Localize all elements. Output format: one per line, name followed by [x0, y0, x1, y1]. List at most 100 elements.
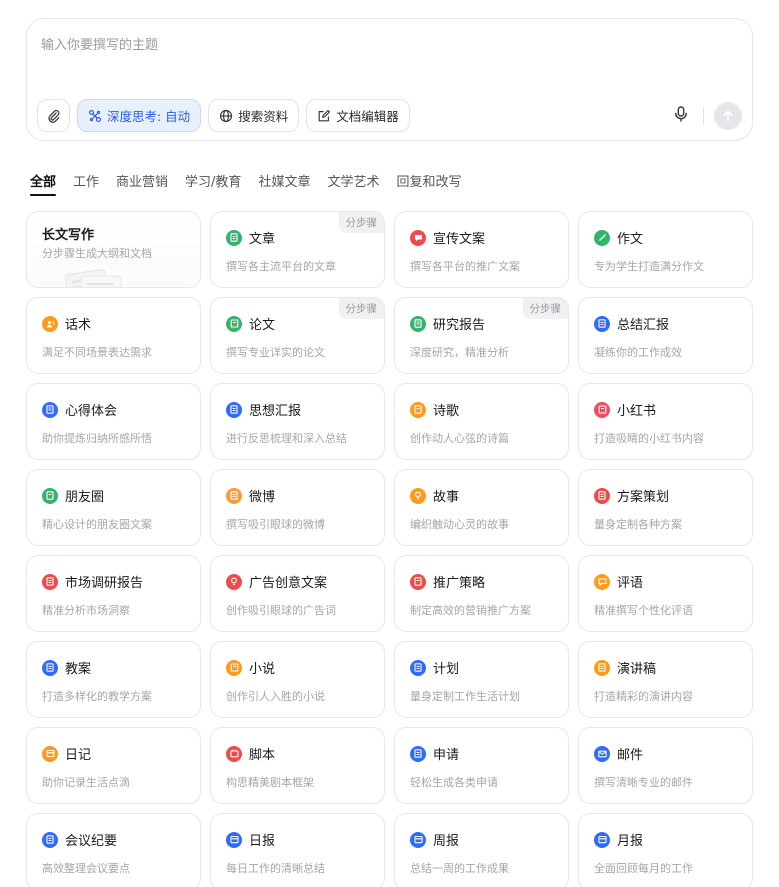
writing-card[interactable]: 计划 量身定制工作生活计划: [394, 641, 569, 718]
card-desc: 制定高效的营销推广方案: [410, 604, 531, 617]
card-desc: 打造精彩的演讲内容: [594, 690, 693, 703]
report-icon: [410, 315, 426, 332]
arrow-up-icon: [722, 107, 734, 126]
card-head: 小说: [226, 658, 275, 677]
doc-icon: [226, 229, 242, 246]
document-stack-illustration: [64, 269, 122, 287]
card-desc: 撰写专业详实的论文: [226, 346, 325, 359]
card-head: 故事: [410, 486, 459, 505]
writing-card[interactable]: 方案策划 量身定制各种方案: [578, 469, 753, 546]
writing-card[interactable]: 日记 助你记录生活点滴: [26, 727, 201, 804]
card-head: 话术: [42, 314, 91, 333]
card-head: 论文: [226, 314, 275, 333]
card-desc: 助你提炼归纳所感所悟: [42, 432, 152, 445]
tab-4[interactable]: 社媒文章: [258, 171, 310, 196]
attach-button[interactable]: [37, 99, 70, 132]
card-title: 长文写作: [42, 228, 95, 243]
writing-card[interactable]: 评语 精准撰写个性化评语: [578, 555, 753, 632]
card-head: 周报: [410, 830, 459, 849]
writing-card[interactable]: 申请 轻松生成各类申请: [394, 727, 569, 804]
card-desc: 全面回顾每月的工作: [594, 862, 693, 875]
card-head: 心得体会: [42, 400, 117, 419]
tab-5[interactable]: 文学艺术: [327, 171, 379, 196]
book-icon: [226, 659, 242, 676]
writing-card[interactable]: 心得体会助你提炼归纳所感所悟: [26, 383, 201, 460]
doc-icon: [226, 401, 242, 418]
writing-card[interactable]: 教案 打造多样化的教学方案: [26, 641, 201, 718]
card-title: 话术: [65, 318, 92, 333]
card-head: 市场调研报告: [42, 572, 143, 591]
card-head: 小红书: [594, 400, 656, 419]
plan-icon: [594, 487, 610, 504]
card-desc: 打造吸睛的小红书内容: [594, 432, 704, 445]
card-desc: 构思精美剧本框架: [226, 776, 314, 789]
search-button[interactable]: 搜索资料: [208, 99, 300, 132]
category-tabs: 全部 工作 商业营销 学习/教育 社媒文章 文学艺术 回复和改写: [30, 171, 461, 196]
card-head: 文章: [226, 228, 275, 247]
writing-card[interactable]: 会议纪要 高效整理会议要点: [26, 813, 201, 887]
card-title: 邮件: [617, 748, 644, 763]
card-title: 心得体会: [65, 404, 118, 419]
writing-card[interactable]: 推广策略 制定高效的营销推广方案: [394, 555, 569, 632]
writing-card[interactable]: 市场调研报告 精准分析市场洞察: [26, 555, 201, 632]
card-desc: 撰写各主流平台的文章: [226, 260, 336, 273]
card-title: 月报: [617, 834, 644, 849]
tab-2[interactable]: 商业营销: [116, 171, 168, 196]
writing-card[interactable]: 邮件 撰写清晰专业的邮件: [578, 727, 753, 804]
topic-input[interactable]: 输入你要撰写的主题: [41, 34, 158, 53]
toolbar-divider: [703, 107, 704, 125]
writing-card[interactable]: 宣传文案 撰写各平台的推广文案: [394, 211, 569, 288]
card-title: 演讲稿: [617, 662, 657, 677]
card-head: 教案: [42, 658, 91, 677]
card-title: 论文: [249, 318, 276, 333]
writing-card[interactable]: 长文写作 分步骤生成大纲和文档: [26, 211, 201, 288]
writing-card[interactable]: 小红书打造吸睛的小红书内容: [578, 383, 753, 460]
card-head: 月报: [594, 830, 643, 849]
strategy-icon: [410, 573, 426, 590]
card-desc: 总结一周的工作成果: [410, 862, 509, 875]
card-title: 研究报告: [433, 318, 486, 333]
writing-card[interactable]: 月报全面回顾每月的工作: [578, 813, 753, 887]
card-head: 脚本: [226, 744, 275, 763]
microphone-button[interactable]: [669, 104, 693, 128]
card-title: 评语: [617, 576, 644, 591]
writing-card[interactable]: 话术 满足不同场景表达需求: [26, 297, 201, 374]
writing-card[interactable]: 朋友圈 精心设计的朋友圈文案: [26, 469, 201, 546]
writing-card[interactable]: 微博 撰写吸引眼球的微博: [210, 469, 385, 546]
writing-card[interactable]: 诗歌 创作动人心弦的诗篇: [394, 383, 569, 460]
writing-card[interactable]: 小说创作引人入胜的小说: [210, 641, 385, 718]
card-head: 演讲稿: [594, 658, 656, 677]
writing-card[interactable]: 故事 编织触动心灵的故事: [394, 469, 569, 546]
writing-card[interactable]: 文章 撰写各主流平台的文章 分步骤: [210, 211, 385, 288]
edit-doc-icon: [317, 109, 331, 123]
writing-card[interactable]: 总结汇报 凝练你的工作成效: [578, 297, 753, 374]
writing-card[interactable]: 演讲稿打造精彩的演讲内容: [578, 641, 753, 718]
composer-right-tools: [669, 102, 742, 130]
writing-card[interactable]: 脚本构思精美剧本框架: [210, 727, 385, 804]
card-head: 申请: [410, 744, 459, 763]
tab-1[interactable]: 工作: [73, 171, 99, 196]
card-desc: 创作引人入胜的小说: [226, 690, 325, 703]
send-button[interactable]: [714, 102, 742, 130]
card-title: 小红书: [617, 404, 657, 419]
book-icon: [226, 315, 242, 332]
doc-editor-button[interactable]: 文档编辑器: [306, 99, 410, 132]
card-title: 故事: [433, 490, 460, 505]
writing-card[interactable]: 研究报告 深度研究，精准分析 分步骤: [394, 297, 569, 374]
tab-0[interactable]: 全部: [30, 171, 57, 196]
tab-6[interactable]: 回复和改写: [396, 171, 461, 196]
meeting-icon: [42, 831, 58, 848]
card-title: 脚本: [249, 748, 276, 763]
card-title: 总结汇报: [617, 318, 670, 333]
bulb-icon: [226, 573, 242, 590]
writing-card[interactable]: 论文 撰写专业详实的论文 分步骤: [210, 297, 385, 374]
composer-toolbar: 深度思考: 自动 搜索资料 文档编辑器: [37, 99, 410, 132]
deep-think-button[interactable]: 深度思考: 自动: [77, 99, 202, 132]
writing-card[interactable]: 思想汇报 进行反思梳理和深入总结: [210, 383, 385, 460]
tab-3[interactable]: 学习/教育: [185, 171, 241, 196]
writing-card[interactable]: 广告创意文案 创作吸引眼球的广告词: [210, 555, 385, 632]
deep-think-icon: [88, 109, 102, 123]
writing-card[interactable]: 作文 专为学生打造满分作文: [578, 211, 753, 288]
writing-card[interactable]: 周报总结一周的工作成果: [394, 813, 569, 887]
writing-card[interactable]: 日报 每日工作的清晰总结: [210, 813, 385, 887]
